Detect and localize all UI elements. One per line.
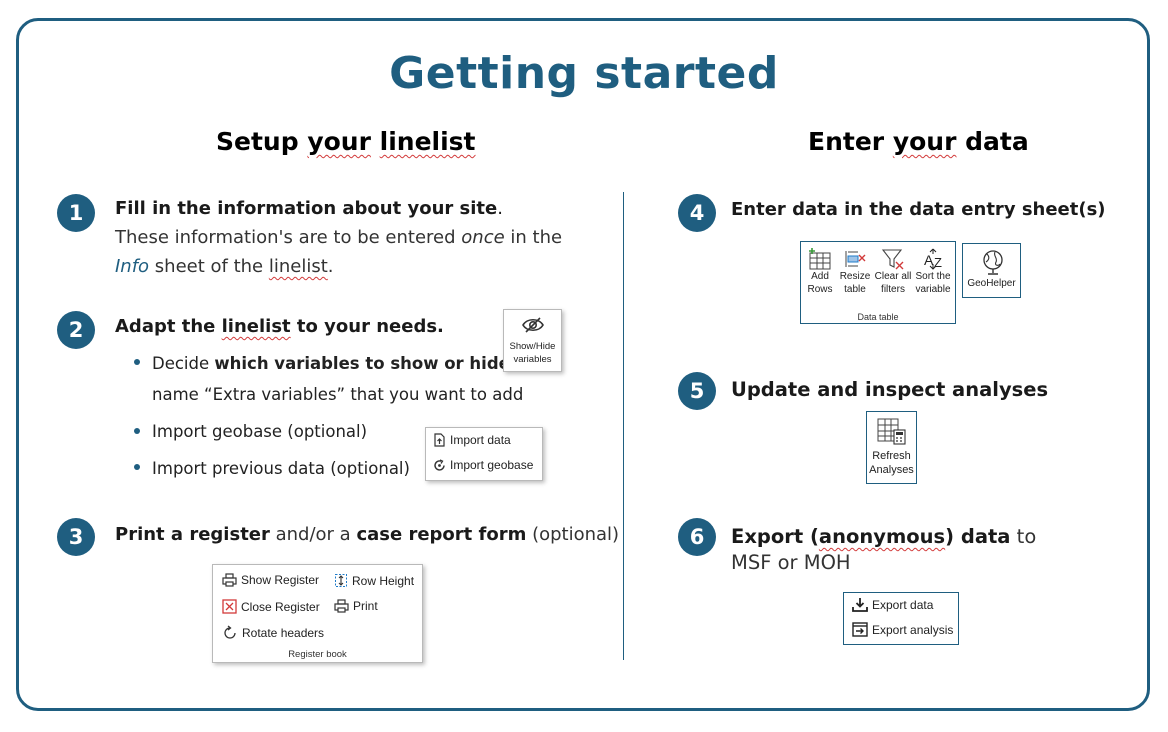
- bullet: [134, 428, 140, 434]
- register-book-ribbon: Show Register Row Height Close Register …: [212, 564, 423, 663]
- show-hide-variables-button[interactable]: Show/Hide variables: [503, 309, 562, 372]
- export-ribbon: Export data Export analysis: [843, 592, 959, 645]
- step-badge-3: 3: [57, 518, 95, 556]
- add-rows-button[interactable]: Add Rows: [805, 248, 835, 296]
- print-icon: [334, 599, 349, 613]
- column-divider: [623, 192, 624, 660]
- rotate-headers-button[interactable]: Rotate headers: [222, 625, 324, 641]
- row-height-icon: [334, 573, 348, 588]
- step-6-text: Export (anonymous) data to MSF or MOH: [731, 525, 1037, 574]
- sort-label-1: Sort the: [915, 271, 951, 282]
- refresh-analyses-label: Refresh Analyses: [869, 450, 914, 476]
- rotate-headers-label: Rotate headers: [242, 626, 325, 640]
- export-analysis-button[interactable]: Export analysis: [852, 622, 953, 637]
- resize-label-1: Resize: [839, 271, 871, 282]
- step-5-text: Update and inspect analyses: [731, 378, 1049, 401]
- rotate-headers-icon: [222, 625, 238, 641]
- bullet-import-geobase: Import geobase (optional): [152, 422, 368, 441]
- register-book-caption: Register book: [288, 649, 347, 660]
- refresh-analyses-icon: [877, 418, 907, 446]
- close-register-label: Close Register: [241, 599, 320, 614]
- print-button[interactable]: Print: [334, 599, 378, 613]
- clear-filters-icon: [881, 248, 905, 270]
- show-register-label: Show Register: [241, 573, 320, 587]
- close-register-button[interactable]: Close Register: [222, 599, 320, 614]
- step-2-title: Adapt the linelist to your needs.: [115, 316, 444, 337]
- data-table-ribbon: Add Rows Resize table Clear all filters AZ …: [800, 241, 956, 324]
- geohelper-label: GeoHelper: [967, 278, 1016, 289]
- sort-variable-button[interactable]: AZ Sort the variable: [913, 248, 953, 296]
- add-rows-icon: [808, 248, 832, 270]
- svg-text:Z: Z: [934, 255, 942, 270]
- print-label: Print: [353, 599, 378, 613]
- clear-filters-button[interactable]: Clear all filters: [874, 248, 912, 296]
- export-analysis-label: Export analysis: [872, 622, 954, 637]
- step-badge-6: 6: [678, 518, 716, 556]
- clear-label-2: filters: [881, 284, 905, 295]
- import-geobase-icon: [433, 458, 446, 472]
- show-hide-label: Show/Hide variables: [509, 341, 556, 365]
- row-height-button[interactable]: Row Height: [334, 573, 414, 588]
- resize-table-icon: [843, 248, 867, 270]
- step-1-line-2: These information's are to be entered on…: [115, 227, 563, 248]
- page-title: Getting started: [389, 48, 779, 99]
- refresh-analyses-button[interactable]: Refresh Analyses: [866, 411, 917, 484]
- bullet-show-hide: Decide which variables to show or hide;: [152, 354, 515, 373]
- step-4-text: Enter data in the data entry sheet(s): [731, 199, 1106, 220]
- add-rows-label-2: Rows: [807, 284, 833, 295]
- import-geobase-label: Import geobase: [450, 458, 534, 472]
- step-3-text: Print a register and/or a case report fo…: [115, 524, 620, 545]
- export-data-label: Export data: [872, 597, 934, 612]
- show-register-button[interactable]: Show Register: [222, 573, 319, 587]
- step-1-line-3: Info sheet of the linelist.: [115, 256, 334, 277]
- bullet: [134, 464, 140, 470]
- geohelper-button[interactable]: GeoHelper: [962, 243, 1021, 298]
- bullet-import-previous: Import previous data (optional): [152, 459, 410, 478]
- data-table-caption: Data table: [857, 312, 899, 322]
- row-height-label: Row Height: [352, 573, 415, 588]
- eye-slash-icon: [522, 316, 544, 334]
- close-register-icon: [222, 599, 237, 614]
- show-register-icon: [222, 573, 237, 587]
- bullet: [134, 359, 140, 365]
- step-badge-1: 1: [57, 194, 95, 232]
- step-badge-4: 4: [678, 194, 716, 232]
- export-data-button[interactable]: Export data: [852, 597, 933, 612]
- import-data-icon: [433, 433, 446, 447]
- import-data-label: Import data: [450, 433, 511, 447]
- section-title-enter: Enter your data: [808, 127, 1029, 156]
- sort-icon: AZ: [921, 248, 945, 270]
- resize-table-button[interactable]: Resize table: [838, 248, 872, 296]
- sort-label-2: variable: [915, 284, 951, 295]
- section-title-setup: Setup your linelist: [216, 127, 476, 156]
- step-1-line-1: Fill in the information about your site.: [115, 198, 503, 219]
- globe-icon: [980, 248, 1006, 276]
- export-analysis-icon: [852, 622, 868, 637]
- add-rows-label-1: Add: [811, 271, 829, 282]
- bullet-extra-variables: name “Extra variables” that you want to …: [152, 385, 524, 404]
- export-data-icon: [852, 597, 868, 612]
- import-geobase-button[interactable]: Import geobase: [433, 458, 533, 472]
- import-data-button[interactable]: Import data: [433, 433, 511, 447]
- resize-label-2: table: [844, 284, 866, 295]
- clear-label-1: Clear all: [874, 271, 912, 282]
- import-ribbon: Import data Import geobase: [425, 427, 543, 481]
- step-badge-2: 2: [57, 311, 95, 349]
- step-badge-5: 5: [678, 372, 716, 410]
